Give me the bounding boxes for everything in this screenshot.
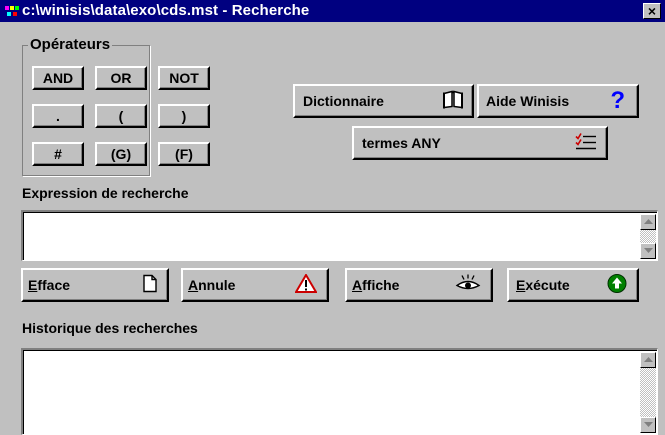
expression-scrollbar[interactable]	[640, 214, 656, 259]
history-label: Historique des recherches	[22, 320, 198, 336]
history-list[interactable]	[21, 348, 658, 435]
help-button-label: Aide Winisis	[486, 93, 570, 109]
warning-icon	[294, 273, 318, 296]
dictionary-button[interactable]: Dictionnaire	[293, 84, 474, 118]
app-icon	[4, 3, 20, 19]
operator-and-button[interactable]: AND	[32, 66, 84, 90]
green-arrow-up-icon	[607, 274, 627, 297]
operator-not-button[interactable]: NOT	[158, 66, 210, 90]
display-button-label: Affiche	[352, 277, 400, 293]
arrow-up-icon	[644, 219, 653, 224]
question-mark-icon: ?	[610, 87, 625, 114]
operator-close-paren-button[interactable]: )	[158, 104, 210, 128]
expression-scroll-down-button[interactable]	[640, 243, 656, 259]
any-terms-button[interactable]: termes ANY	[352, 126, 608, 160]
display-button[interactable]: Affiche	[345, 268, 493, 302]
arrow-down-icon	[644, 248, 653, 253]
operator-g-button[interactable]: (G)	[95, 142, 147, 166]
close-button[interactable]: ×	[643, 3, 661, 19]
clear-button-label: Efface	[28, 277, 71, 293]
arrow-up-icon	[644, 357, 653, 362]
page-icon	[143, 274, 157, 296]
cancel-button-label: Annule	[188, 277, 236, 293]
help-button[interactable]: Aide Winisis ?	[477, 84, 639, 118]
checklist-icon	[574, 132, 598, 155]
operators-group-label: Opérateurs	[28, 36, 113, 53]
execute-button-label: Exécute	[516, 277, 570, 293]
history-scroll-up-button[interactable]	[640, 352, 656, 368]
expression-label: Expression de recherche	[22, 185, 189, 201]
execute-button[interactable]: Exécute	[507, 268, 639, 302]
operator-or-button[interactable]: OR	[95, 66, 147, 90]
any-terms-button-label: termes ANY	[362, 135, 441, 151]
operator-f-button[interactable]: (F)	[158, 142, 210, 166]
operator-hash-button[interactable]: #	[32, 142, 84, 166]
expression-scroll-up-button[interactable]	[640, 214, 656, 230]
dictionary-button-label: Dictionnaire	[303, 93, 384, 109]
operator-open-paren-button[interactable]: (	[95, 104, 147, 128]
open-book-icon	[442, 90, 464, 113]
title-bar: c:\winisis\data\exo\cds.mst - Recherche …	[0, 0, 665, 22]
operator-dot-button[interactable]: .	[32, 104, 84, 128]
arrow-down-icon	[644, 422, 653, 427]
history-scrollbar[interactable]	[640, 352, 656, 433]
cancel-button[interactable]: Annule	[181, 268, 329, 302]
window-title: c:\winisis\data\exo\cds.mst - Recherche	[22, 2, 310, 19]
eye-icon	[455, 274, 481, 296]
expression-input[interactable]	[21, 210, 658, 261]
history-scroll-down-button[interactable]	[640, 417, 656, 433]
clear-button[interactable]: Efface	[21, 268, 169, 302]
